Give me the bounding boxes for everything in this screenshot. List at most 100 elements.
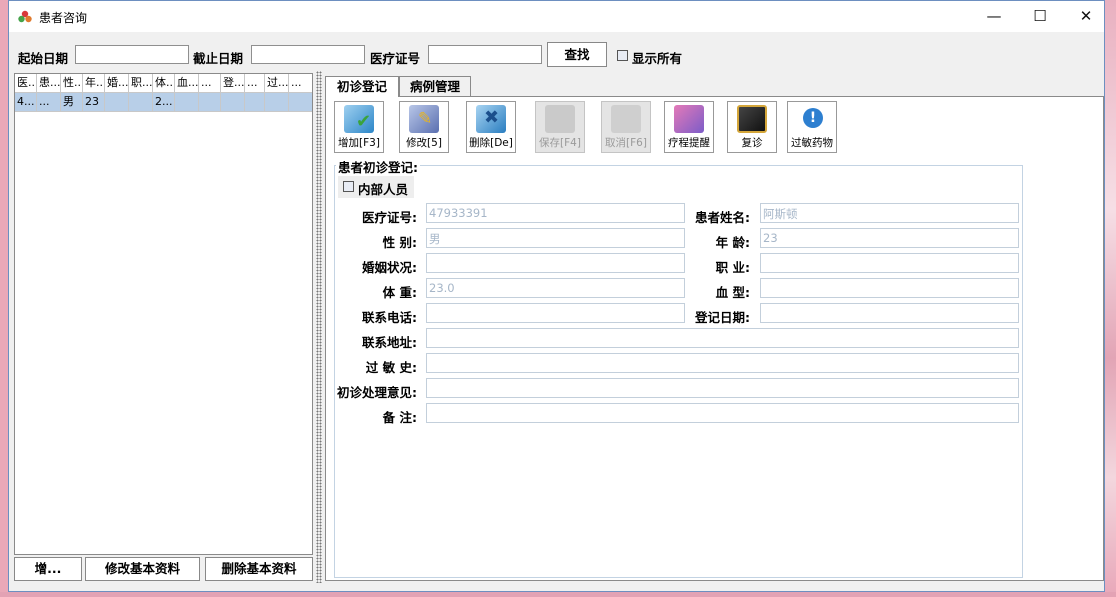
add-icon: ✔ [344, 105, 374, 133]
course-reminder-label: 疗程提醒 [668, 137, 710, 149]
column-header[interactable]: 患... [37, 74, 61, 92]
edit-basic-button[interactable]: 修改基本资料 [85, 557, 200, 581]
cancel-button[interactable]: 取消[F6] [601, 101, 651, 153]
table-cell [289, 93, 312, 111]
column-header[interactable]: 体... [153, 74, 175, 92]
column-header[interactable]: ... [289, 74, 312, 92]
cancel-icon [611, 105, 641, 133]
internal-staff-checkbox[interactable] [343, 181, 354, 192]
gender-label: 性 别: [382, 235, 417, 250]
end-date-label: 截止日期 [193, 51, 244, 66]
weight-field[interactable]: 23.0 [426, 278, 685, 298]
age-field[interactable]: 23 [760, 228, 1019, 248]
phone-field[interactable] [426, 303, 685, 323]
find-button[interactable]: 查找 [547, 42, 607, 67]
column-header[interactable]: ... [245, 74, 265, 92]
age-label: 年 龄: [715, 235, 750, 250]
title-bar: 患者咨询 — ☐ ✕ [9, 1, 1104, 32]
table-body: 4...... 男 23 2... [15, 93, 312, 112]
register-date-field[interactable] [760, 303, 1019, 323]
add-label: 增加[F3] [338, 137, 380, 149]
table-cell: ... [37, 93, 61, 111]
table-cell [175, 93, 199, 111]
table-cell: 2... [153, 93, 175, 111]
reminder-icon [674, 105, 704, 133]
marital-field[interactable] [426, 253, 685, 273]
table-cell: 4... [15, 93, 37, 111]
delete-button[interactable]: ✖ 删除[De] [466, 101, 516, 153]
table-cell: 男 [61, 93, 83, 111]
edit-icon: ✎ [409, 105, 439, 133]
tab-case-management[interactable]: 病例管理 [399, 76, 471, 96]
weight-label: 体 重: [382, 285, 417, 300]
revisit-label: 复诊 [741, 137, 763, 149]
column-header[interactable]: 婚... [105, 74, 129, 92]
column-header[interactable]: 血... [175, 74, 199, 92]
patient-name-field[interactable]: 阿斯顿 [760, 203, 1019, 223]
column-header[interactable]: ... [199, 74, 221, 92]
minimize-button[interactable]: — [971, 1, 1017, 32]
blood-type-field[interactable] [760, 278, 1019, 298]
split-pane-divider[interactable] [316, 71, 322, 583]
column-header[interactable]: 职... [129, 74, 153, 92]
patient-table: 医... 患... 性... 年... 婚... 职... 体... 血...... 登....… [14, 73, 313, 555]
column-header[interactable]: 过... [265, 74, 289, 92]
column-header[interactable]: 医... [15, 74, 37, 92]
column-header[interactable]: 登... [221, 74, 245, 92]
add-button[interactable]: ✔ 增加[F3] [334, 101, 384, 153]
show-all-checkbox[interactable] [617, 50, 628, 61]
allergy-history-label: 过 敏 史: [365, 360, 417, 375]
save-label: 保存[F4] [539, 137, 581, 149]
main-window: 患者咨询 — ☐ ✕ 起始日期 截止日期 医疗证号 查找 显示所有 医... 患.… [8, 0, 1105, 592]
initial-opinion-field[interactable] [426, 378, 1019, 398]
edit-button[interactable]: ✎ 修改[5] [399, 101, 449, 153]
table-header: 医... 患... 性... 年... 婚... 职... 体... 血...... 登....… [15, 74, 312, 93]
delete-label: 删除[De] [469, 137, 513, 149]
card-no-label: 医疗证号 [370, 51, 421, 66]
save-button[interactable]: 保存[F4] [535, 101, 585, 153]
occupation-field[interactable] [760, 253, 1019, 273]
allergy-info-icon: ! [797, 105, 827, 133]
allergy-drugs-button[interactable]: ! 过敏药物 [787, 101, 837, 153]
register-date-label: 登记日期: [695, 310, 750, 325]
allergy-history-field[interactable] [426, 353, 1019, 373]
card-no-input[interactable] [428, 45, 542, 64]
table-cell: 23 [83, 93, 105, 111]
occupation-label: 职 业: [715, 260, 750, 275]
column-header[interactable]: 性... [61, 74, 83, 92]
delete-basic-button[interactable]: 删除基本资料 [205, 557, 313, 581]
course-reminder-button[interactable]: 疗程提醒 [664, 101, 714, 153]
remark-label: 备 注: [382, 410, 417, 425]
table-cell [265, 93, 289, 111]
window-title: 患者咨询 [39, 11, 88, 25]
end-date-input[interactable] [251, 45, 365, 64]
desktop-background-bottom [0, 592, 1116, 597]
revisit-button[interactable]: 复诊 [727, 101, 777, 153]
address-field[interactable] [426, 328, 1019, 348]
registration-group-title: 患者初诊登记: [336, 157, 420, 176]
start-date-input[interactable] [75, 45, 189, 64]
close-button[interactable]: ✕ [1063, 1, 1109, 32]
save-icon [545, 105, 575, 133]
initial-opinion-label: 初诊处理意见: [337, 385, 417, 400]
tab-initial-registration[interactable]: 初诊登记 [325, 76, 399, 97]
start-date-label: 起始日期 [18, 51, 69, 66]
cancel-label: 取消[F6] [605, 137, 647, 149]
card-no-field-label: 医疗证号: [362, 210, 417, 225]
delete-icon: ✖ [476, 105, 506, 133]
table-cell [199, 93, 221, 111]
show-all-label: 显示所有 [632, 51, 683, 66]
app-icon [18, 10, 32, 23]
table-row[interactable]: 4...... 男 23 2... [15, 93, 312, 112]
internal-staff-label: 内部人员 [358, 182, 409, 197]
table-cell [221, 93, 245, 111]
add-basic-button[interactable]: 增... [14, 557, 82, 581]
gender-field[interactable]: 男 [426, 228, 685, 248]
maximize-button[interactable]: ☐ [1017, 1, 1063, 32]
table-cell [129, 93, 153, 111]
remark-field[interactable] [426, 403, 1019, 423]
marital-label: 婚姻状况: [362, 260, 417, 275]
card-no-field[interactable]: 47933391 [426, 203, 685, 223]
edit-label: 修改[5] [406, 137, 442, 149]
column-header[interactable]: 年... [83, 74, 105, 92]
